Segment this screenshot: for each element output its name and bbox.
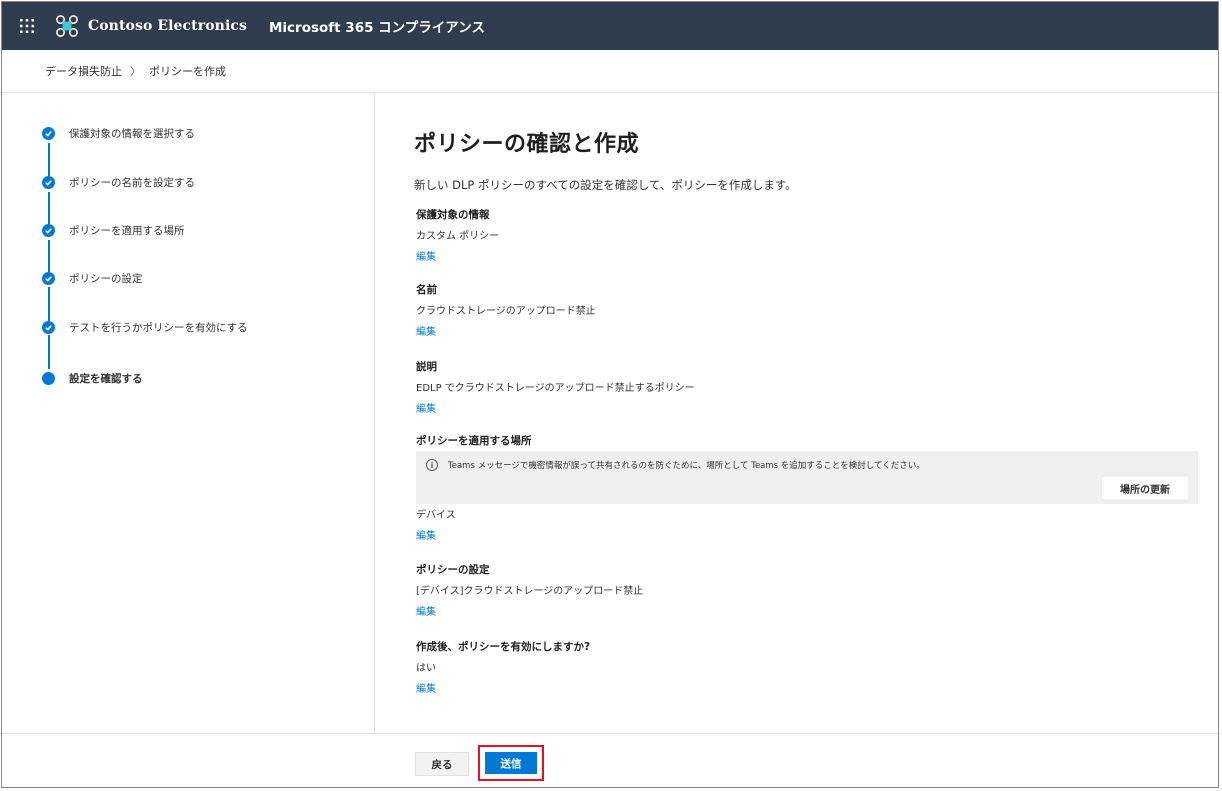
step-policy-settings[interactable]: ポリシーの設定 [42,270,143,286]
section-locations: ポリシーを適用する場所 [416,433,532,448]
edit-locations-link[interactable]: 編集 [416,527,436,542]
breadcrumb: データ損失防止 〉 ポリシーを作成 [2,50,1218,93]
contoso-logo-icon [54,13,80,39]
breadcrumb-item-dlp[interactable]: データ損失防止 [45,63,122,79]
section-value: [デバイス]クラウドストレージのアップロード禁止 [416,586,644,597]
edit-protected-info-link[interactable]: 編集 [416,248,436,263]
section-name: 名前 クラウドストレージのアップロード禁止 編集 [416,282,596,339]
step-connector [48,335,50,369]
step-connector [48,192,50,226]
section-enable-policy: 作成後、ポリシーを有効にしますか? はい 編集 [416,639,590,696]
step-connector [48,143,50,177]
section-locations-value: デバイス 編集 [416,506,456,543]
review-panel: ポリシーの確認と作成 新しい DLP ポリシーのすべての設定を確認して、ポリシー… [376,93,1218,733]
step-label: ポリシーの名前を設定する [69,176,195,189]
step-connector [48,287,50,321]
breadcrumb-item-create-policy: ポリシーを作成 [149,65,226,78]
page-title: ポリシーの確認と作成 [414,132,640,157]
step-label: ポリシーを適用する場所 [69,224,185,237]
edit-policy-settings-link[interactable]: 編集 [416,603,436,618]
wizard-footer: 戻る 送信 [2,733,1218,787]
back-button[interactable]: 戻る [415,752,469,776]
org-name[interactable]: Contoso Electronics [88,18,247,34]
step-label: 設定を確認する [69,372,143,385]
step-connector [48,240,50,274]
app-launcher-icon[interactable] [12,11,42,41]
check-icon [42,126,55,140]
section-policy-settings: ポリシーの設定 [デバイス]クラウドストレージのアップロード禁止 編集 [416,562,643,619]
section-value: カスタム ポリシー [416,231,500,242]
app-window: Contoso Electronics Microsoft 365 コンプライア… [1,1,1219,788]
wizard-steps: 保護対象の情報を選択する ポリシーの名前を設定する ポリシーを適用する場所 ポリ… [2,93,375,733]
section-value: EDLP でクラウドストレージのアップロード禁止するポリシー [416,383,695,394]
section-title: 作成後、ポリシーを有効にしますか? [416,641,591,653]
section-value: はい [416,663,436,674]
step-label: テストを行うかポリシーを有効にする [69,321,248,334]
breadcrumb-separator-icon: 〉 [130,65,141,78]
submit-button[interactable]: 送信 [485,752,537,774]
submit-highlight: 送信 [478,745,544,781]
edit-name-link[interactable]: 編集 [416,323,436,338]
step-label: 保護対象の情報を選択する [69,127,195,140]
edit-enable-policy-link[interactable]: 編集 [416,680,436,695]
step-locations[interactable]: ポリシーを適用する場所 [42,222,185,238]
step-review[interactable]: 設定を確認する [42,370,143,386]
teams-notice-banner: i Teams メッセージで機密情報が誤って共有されるのを防ぐために、場所として… [416,451,1198,504]
section-title: 説明 [416,361,437,373]
top-bar: Contoso Electronics Microsoft 365 コンプライア… [2,2,1218,50]
page-subtitle: 新しい DLP ポリシーのすべての設定を確認して、ポリシーを作成します。 [414,178,797,192]
notice-text: Teams メッセージで機密情報が誤って共有されるのを防ぐために、場所として T… [448,461,925,471]
section-title: 保護対象の情報 [416,209,490,221]
section-title: 名前 [416,284,437,296]
check-icon [42,271,55,285]
info-icon: i [426,459,438,471]
check-icon [42,320,55,334]
section-description: 説明 EDLP でクラウドストレージのアップロード禁止するポリシー 編集 [416,359,695,416]
section-protected-info: 保護対象の情報 カスタム ポリシー 編集 [416,207,499,264]
step-policy-name[interactable]: ポリシーの名前を設定する [42,174,195,190]
section-value: クラウドストレージのアップロード禁止 [416,306,596,317]
step-protected-info[interactable]: 保護対象の情報を選択する [42,125,195,141]
step-label: ポリシーの設定 [69,272,143,285]
section-title: ポリシーを適用する場所 [416,435,532,447]
update-locations-button[interactable]: 場所の更新 [1102,477,1188,499]
step-test-or-enable[interactable]: テストを行うかポリシーを有効にする [42,319,248,335]
check-icon [42,175,55,189]
section-title: ポリシーの設定 [416,564,490,576]
current-step-dot-icon [42,371,55,385]
app-name[interactable]: Microsoft 365 コンプライアンス [269,16,485,36]
section-value: デバイス [416,510,456,521]
check-icon [42,223,55,237]
edit-description-link[interactable]: 編集 [416,400,436,415]
